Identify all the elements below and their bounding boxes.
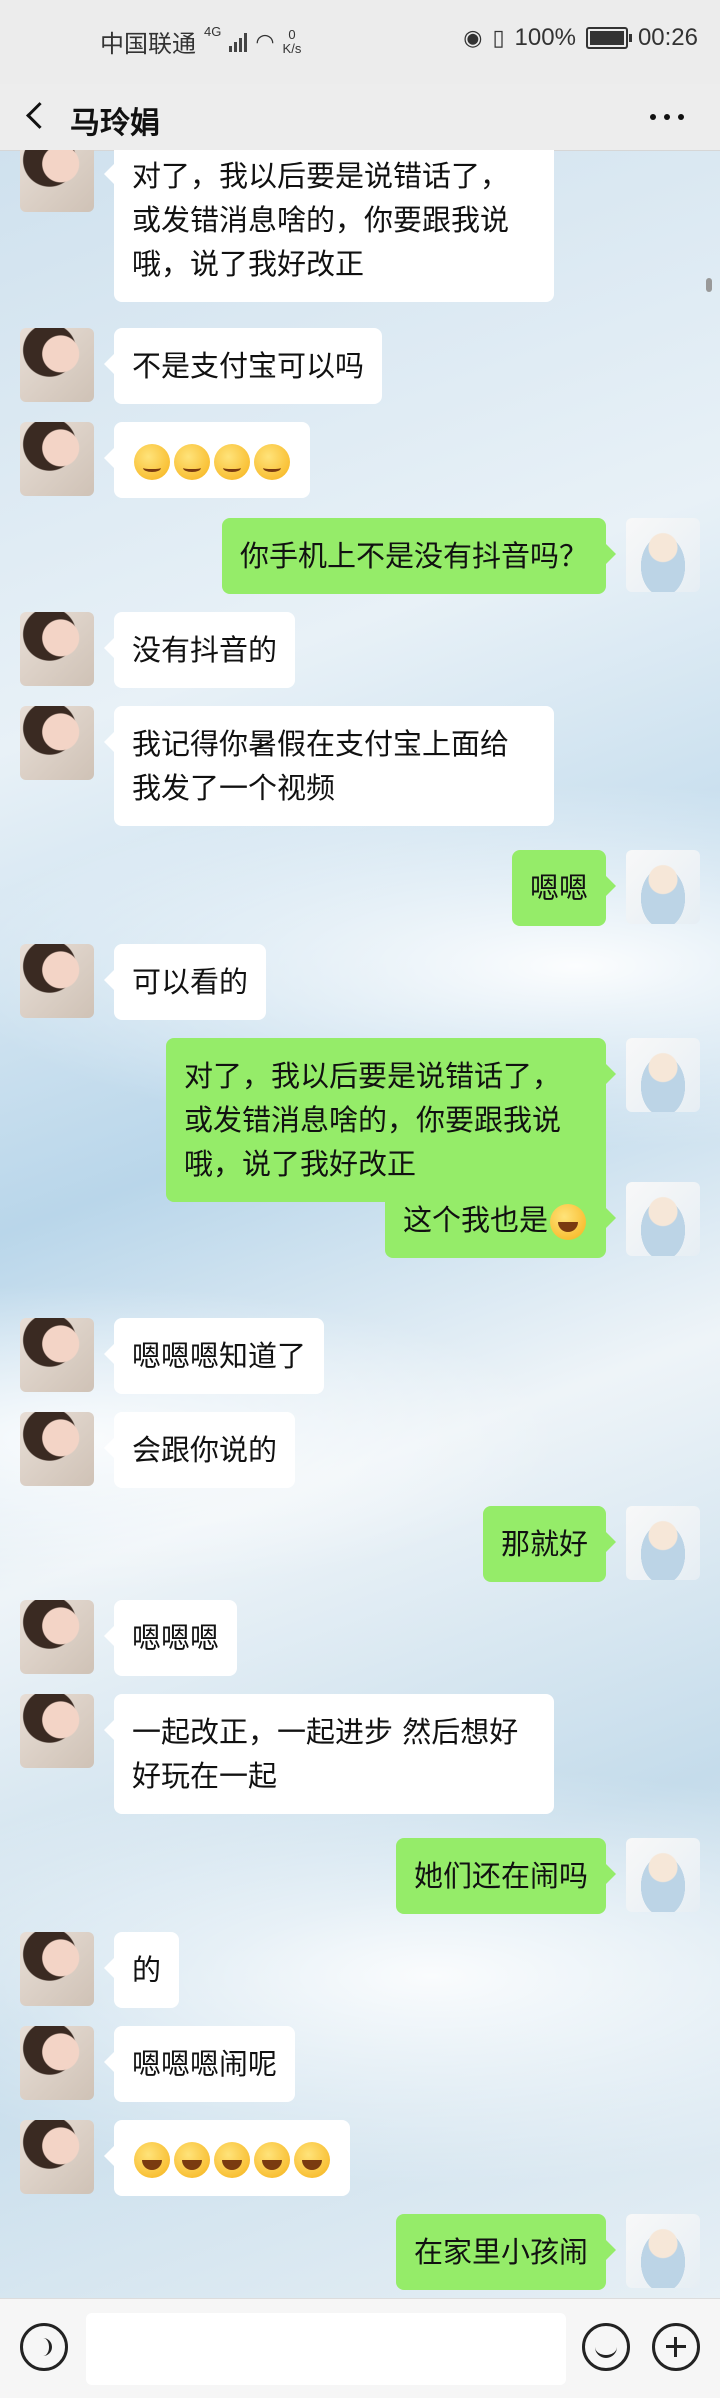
received-message-bubble[interactable]: 嗯嗯嗯知道了 [103, 1318, 325, 1394]
message-text: 的 [132, 1953, 162, 1987]
laugh-emoji-icon [294, 2142, 330, 2178]
my-avatar[interactable] [626, 850, 700, 924]
contact-avatar[interactable] [20, 1600, 94, 1674]
emoji-icon[interactable] [582, 2323, 630, 2371]
my-avatar[interactable] [626, 1506, 700, 1580]
signal-icon [229, 32, 248, 52]
received-message-bubble[interactable]: 一起改正，一起进步 然后想好好玩在一起 [104, 1694, 554, 1814]
received-message-bubble[interactable]: 嗯嗯嗯闹呢 [103, 2026, 296, 2102]
sent-message-bubble[interactable]: 嗯嗯 [511, 850, 617, 926]
blush-emoji-icon [134, 444, 170, 480]
my-avatar[interactable] [626, 1838, 700, 1912]
my-avatar[interactable] [626, 1038, 700, 1112]
status-bar: 中国联通 4G ◠ 0 K/s ◉ ▯ 100% 00:26 [0, 0, 720, 84]
message-text: 嗯嗯嗯知道了 [132, 1339, 307, 1373]
received-message-bubble[interactable]: 会跟你说的 [103, 1412, 296, 1488]
contact-name: 马玲娟 [70, 106, 160, 141]
scrollbar[interactable] [706, 278, 712, 292]
laugh-emoji-icon [214, 2142, 250, 2178]
my-avatar[interactable] [626, 1182, 700, 1256]
carrier-label: 中国联通 [100, 31, 196, 58]
contact-avatar[interactable] [20, 612, 94, 686]
back-arrow-icon[interactable] [26, 102, 46, 122]
message-text: 在家里小孩闹 [413, 2235, 588, 2269]
message-text: 可以看的 [132, 965, 249, 999]
received-message-bubble[interactable]: 我记得你暑假在支付宝上面给我发了一个视频 [104, 706, 554, 826]
battery-icon [585, 27, 632, 49]
contact-avatar[interactable] [20, 1694, 94, 1768]
message-text: 你手机上不是没有抖音吗？ [239, 539, 588, 573]
sent-message-bubble[interactable]: 她们还在闹吗 [395, 1838, 617, 1914]
sent-message-bubble[interactable]: 那就好 [482, 1506, 617, 1582]
my-avatar[interactable] [626, 518, 700, 592]
speed-value: 0 [288, 26, 296, 42]
input-bar [0, 2298, 720, 2398]
battery-percent: 100% [514, 24, 576, 51]
chat-header: 马玲娟 [0, 84, 720, 151]
speed-unit: K/s [282, 40, 302, 56]
more-options-icon[interactable] [650, 114, 684, 120]
message-text: 她们还在闹吗 [413, 1859, 588, 1893]
blush-emoji-icon [254, 444, 290, 480]
contact-avatar[interactable] [20, 1932, 94, 2006]
sent-message-bubble[interactable]: 这个我也是 [384, 1182, 617, 1258]
message-text: 一起改正，一起进步 然后想好好玩在一起 [132, 1715, 519, 1793]
contact-avatar[interactable] [20, 1412, 94, 1486]
plus-icon[interactable] [652, 2323, 700, 2371]
received-message-bubble[interactable] [104, 422, 310, 498]
eye-icon: ◉ [463, 25, 483, 50]
network-type: 4G [204, 24, 222, 39]
received-message-bubble[interactable]: 嗯嗯嗯 [103, 1600, 238, 1676]
laugh-emoji-icon [174, 2142, 210, 2178]
vibrate-icon: ▯ [492, 25, 505, 50]
blush-emoji-icon [214, 444, 250, 480]
message-text: 没有抖音的 [132, 633, 278, 667]
contact-avatar[interactable] [20, 2026, 94, 2100]
sent-message-bubble[interactable]: 你手机上不是没有抖音吗？ [221, 518, 617, 594]
message-text: 那就好 [500, 1527, 588, 1561]
contact-avatar[interactable] [20, 1318, 94, 1392]
message-text: 对了，我以后要是说错话了，或发错消息啥的，你要跟我说哦，说了我好改正 [132, 159, 510, 281]
message-text: 这个我也是 [402, 1203, 548, 1237]
received-message-bubble[interactable]: 的 [103, 1932, 180, 2008]
message-text: 不是支付宝可以吗 [132, 349, 365, 383]
contact-avatar[interactable] [20, 422, 94, 496]
sent-message-bubble[interactable]: 在家里小孩闹 [395, 2214, 617, 2290]
contact-avatar[interactable] [20, 944, 94, 1018]
my-avatar[interactable] [626, 2214, 700, 2288]
laugh-emoji-icon [254, 2142, 290, 2178]
message-text: 会跟你说的 [132, 1433, 278, 1467]
wifi-icon: ◠ [255, 28, 275, 54]
message-input[interactable] [86, 2313, 566, 2385]
blush-emoji-icon [174, 444, 210, 480]
message-text: 对了，我以后要是说错话了，或发错消息啥的，你要跟我说哦，说了我好改正 [184, 1059, 562, 1181]
contact-avatar[interactable] [20, 706, 94, 780]
message-list[interactable]: 对了，我以后要是说错话了，或发错消息啥的，你要跟我说哦，说了我好改正不是支付宝可… [0, 150, 720, 2298]
message-text: 嗯嗯嗯闹呢 [132, 2047, 278, 2081]
received-message-bubble[interactable]: 不是支付宝可以吗 [103, 328, 383, 404]
message-text: 嗯嗯 [529, 871, 588, 905]
received-message-bubble[interactable]: 对了，我以后要是说错话了，或发错消息啥的，你要跟我说哦，说了我好改正 [104, 150, 554, 302]
clock: 00:26 [637, 24, 698, 51]
network-speed: 0 K/s [282, 26, 302, 56]
received-message-bubble[interactable] [104, 2120, 350, 2196]
voice-input-icon[interactable] [20, 2323, 68, 2371]
received-message-bubble[interactable]: 没有抖音的 [103, 612, 296, 688]
received-message-bubble[interactable]: 可以看的 [103, 944, 267, 1020]
contact-avatar[interactable] [20, 328, 94, 402]
message-text: 我记得你暑假在支付宝上面给我发了一个视频 [132, 727, 510, 805]
contact-avatar[interactable] [20, 2120, 94, 2194]
laugh-emoji-icon [134, 2142, 170, 2178]
message-text: 嗯嗯嗯 [132, 1621, 220, 1655]
contact-avatar[interactable] [20, 150, 94, 212]
sent-message-bubble[interactable]: 对了，我以后要是说错话了，或发错消息啥的，你要跟我说哦，说了我好改正 [166, 1038, 616, 1202]
laugh-emoji-icon [550, 1204, 586, 1240]
